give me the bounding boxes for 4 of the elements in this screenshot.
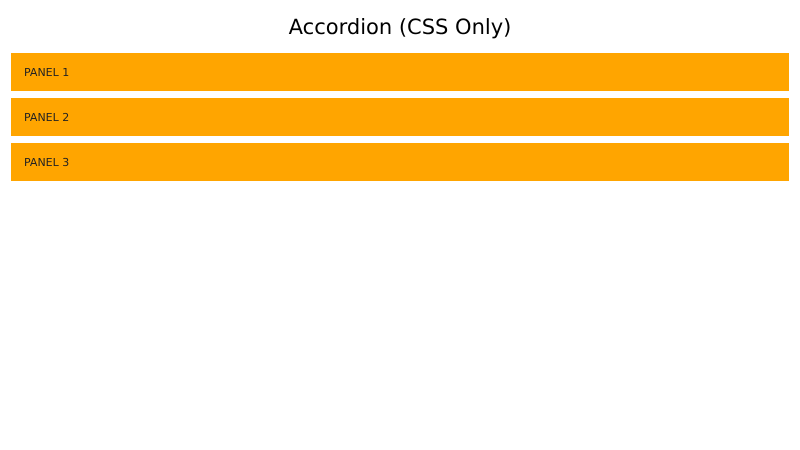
page-title: Accordion (CSS Only) [288, 14, 512, 40]
accordion-panel-header[interactable]: PANEL 2 [11, 98, 789, 136]
accordion-panel-header[interactable]: PANEL 1 [11, 53, 789, 91]
accordion-panel-header[interactable]: PANEL 3 [11, 143, 789, 181]
